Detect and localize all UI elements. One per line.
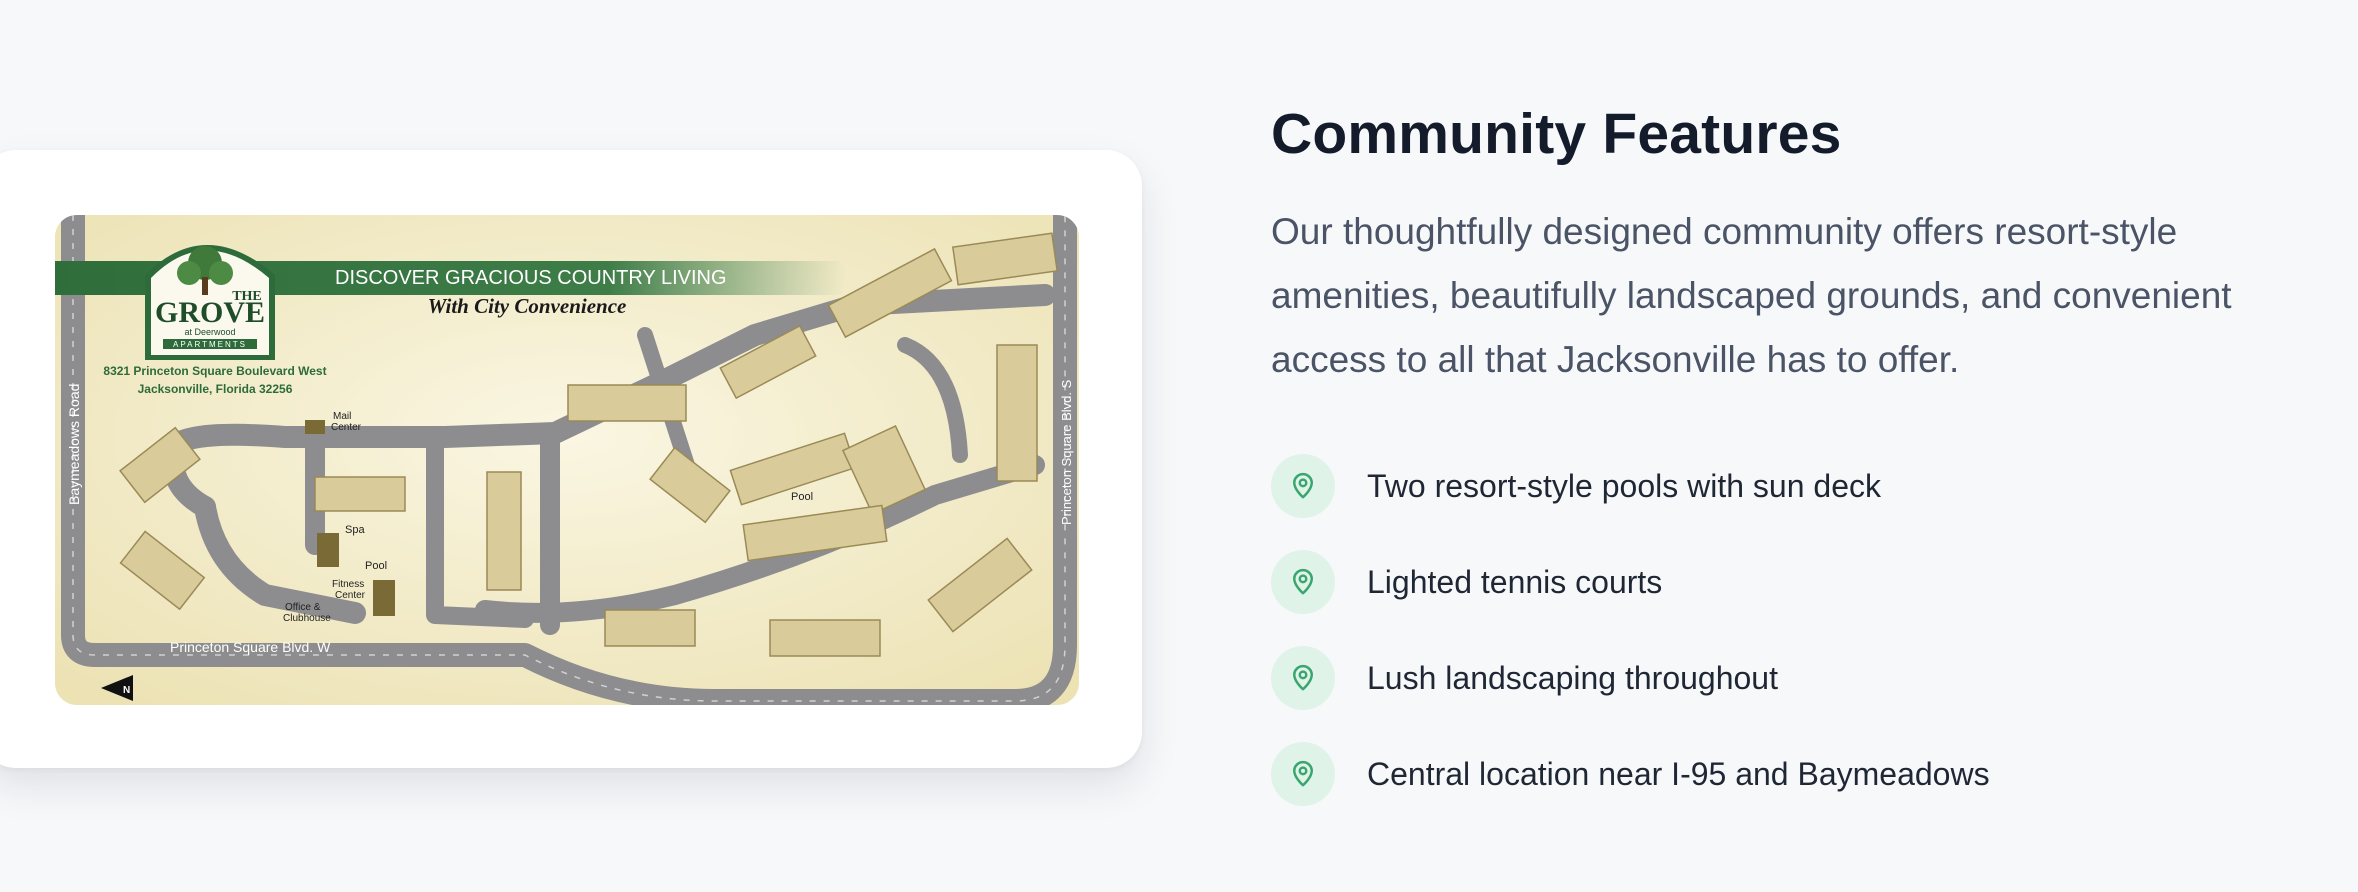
site-map-illustration: THE GROVE at Deerwood APARTMENTS DISCOVE… bbox=[55, 215, 1079, 705]
office-clubhouse-label-2: Clubhouse bbox=[283, 613, 331, 624]
feature-list: Two resort-style pools with sun deck Lig… bbox=[1271, 438, 2311, 822]
office-clubhouse-label-1: Office & bbox=[285, 602, 321, 613]
logo-grove-text: GROVE bbox=[155, 296, 265, 329]
mail-center-label-2: Center bbox=[331, 422, 362, 433]
spa-label: Spa bbox=[345, 524, 365, 536]
feature-text: Lighted tennis courts bbox=[1367, 563, 1663, 600]
feature-item: Two resort-style pools with sun deck bbox=[1271, 438, 2311, 534]
logo-deerwood-text: at Deerwood bbox=[184, 327, 235, 337]
site-map-image[interactable]: THE GROVE at Deerwood APARTMENTS DISCOVE… bbox=[55, 215, 1079, 705]
banner-text: DISCOVER GRACIOUS COUNTRY LIVING bbox=[335, 267, 727, 289]
feature-text: Lush landscaping throughout bbox=[1367, 659, 1778, 696]
feature-text: Central location near I-95 and Baymeadow… bbox=[1367, 755, 1990, 792]
feature-item: Lush landscaping throughout bbox=[1271, 630, 2311, 726]
map-pin-icon bbox=[1271, 742, 1335, 806]
feature-item: Central location near I-95 and Baymeadow… bbox=[1271, 726, 2311, 822]
feature-text: Two resort-style pools with sun deck bbox=[1367, 467, 1881, 504]
map-pin-icon bbox=[1271, 646, 1335, 710]
pool-label-left: Pool bbox=[365, 560, 387, 572]
tagline-text: With City Convenience bbox=[428, 294, 627, 318]
fitness-center-label-1: Fitness bbox=[332, 579, 364, 590]
princeton-w-label: Princeton Square Blvd. W bbox=[170, 639, 331, 655]
fitness-center-label-2: Center bbox=[335, 590, 366, 601]
address-line-1: 8321 Princeton Square Boulevard West bbox=[103, 364, 326, 378]
baymeadows-road-label: Baymeadows Road bbox=[66, 384, 82, 505]
pool-label-center: Pool bbox=[791, 491, 813, 503]
map-pin-icon bbox=[1271, 550, 1335, 614]
section-description: Our thoughtfully designed community offe… bbox=[1271, 211, 2232, 380]
address-line-2: Jacksonville, Florida 32256 bbox=[138, 382, 293, 396]
logo-apartments-text: APARTMENTS bbox=[173, 340, 247, 349]
princeton-s-label: Princeton Square Blvd. S bbox=[1059, 379, 1074, 525]
mail-center-label-1: Mail bbox=[333, 411, 351, 422]
feature-item: Lighted tennis courts bbox=[1271, 534, 2311, 630]
map-pin-icon bbox=[1271, 454, 1335, 518]
north-label: N bbox=[123, 685, 130, 696]
community-features-section: Community Features Our thoughtfully desi… bbox=[1271, 92, 2311, 822]
section-title: Community Features bbox=[1271, 102, 1842, 166]
